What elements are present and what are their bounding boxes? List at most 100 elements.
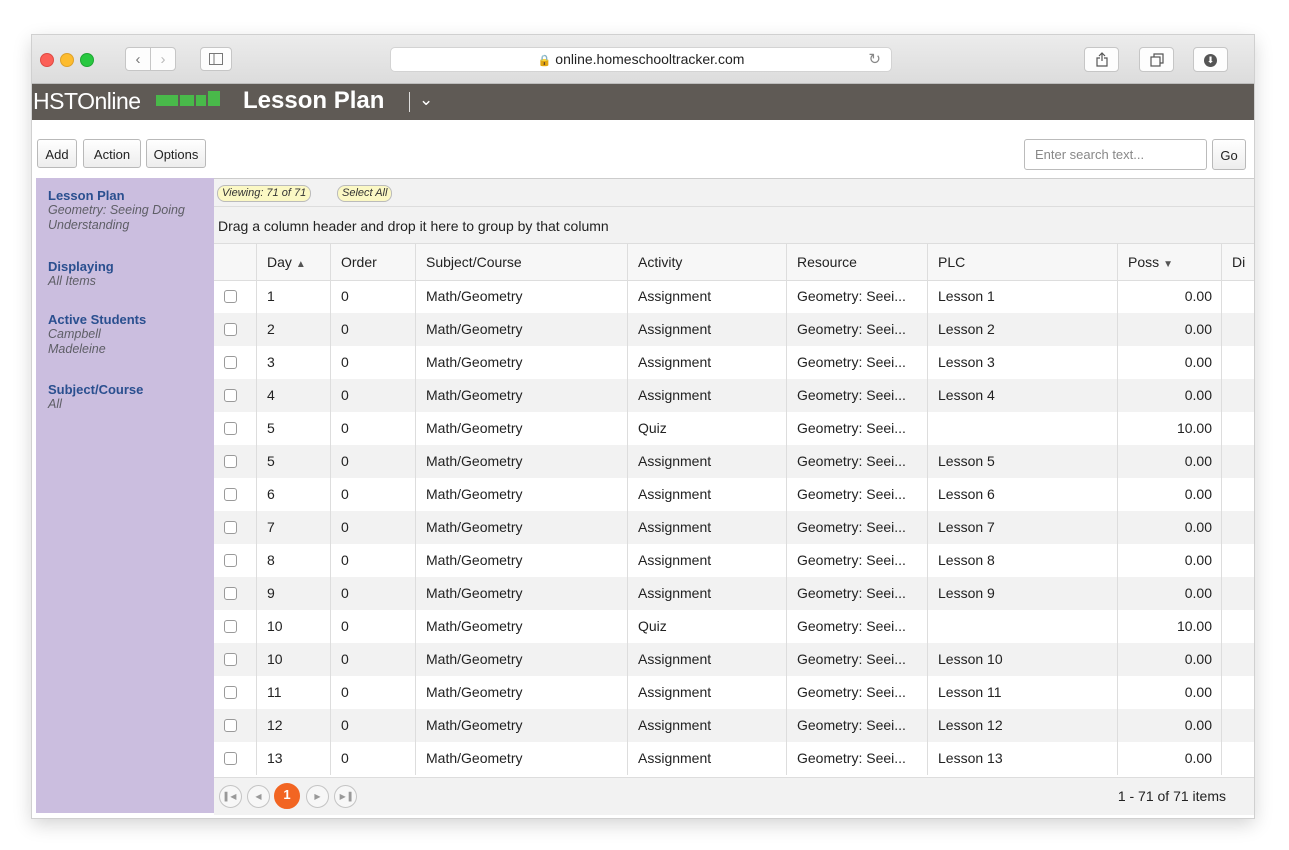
group-by-drop-area[interactable]: Drag a column header and drop it here to… <box>214 206 1254 244</box>
minimize-window-button[interactable] <box>60 53 74 67</box>
cell-day: 3 <box>256 346 330 379</box>
table-row[interactable]: 7 0 Math/Geometry Assignment Geometry: Seei.… <box>214 511 1254 544</box>
select-all-button[interactable]: Select All <box>337 185 393 202</box>
last-page-button[interactable]: ▶▐ <box>334 785 357 808</box>
row-checkbox[interactable] <box>224 323 237 336</box>
cell-di <box>1221 742 1254 775</box>
options-button[interactable]: Options <box>146 139 206 168</box>
forward-button[interactable]: › <box>150 47 176 71</box>
reload-icon[interactable]: ↻ <box>868 48 881 71</box>
cell-poss: 0.00 <box>1117 676 1221 709</box>
cell-plc: Lesson 12 <box>927 709 1117 742</box>
column-header-subject-course[interactable]: Subject/Course <box>415 244 627 280</box>
displaying-filter[interactable]: Displaying All Items <box>48 259 114 289</box>
close-window-button[interactable] <box>40 53 54 67</box>
row-checkbox[interactable] <box>224 620 237 633</box>
go-button[interactable]: Go <box>1212 139 1246 170</box>
column-header-activity[interactable]: Activity <box>627 244 786 280</box>
column-header-resource[interactable]: Resource <box>786 244 927 280</box>
table-row[interactable]: 5 0 Math/Geometry Assignment Geometry: Seei.… <box>214 445 1254 478</box>
row-checkbox[interactable] <box>224 653 237 666</box>
active-students-filter[interactable]: Active Students Campbell Madeleine <box>48 312 146 357</box>
column-header-order[interactable]: Order <box>330 244 415 280</box>
table-row[interactable]: 11 0 Math/Geometry Assignment Geometry: Seei… <box>214 676 1254 709</box>
cell-order: 0 <box>330 610 415 643</box>
row-checkbox[interactable] <box>224 719 237 732</box>
column-header-plc[interactable]: PLC <box>927 244 1117 280</box>
table-row[interactable]: 9 0 Math/Geometry Assignment Geometry: Seei.… <box>214 577 1254 610</box>
column-header-day[interactable]: Day ▲ <box>256 244 330 280</box>
filter-dropdown-icon: ▼ <box>1163 259 1174 270</box>
row-checkbox[interactable] <box>224 422 237 435</box>
table-row[interactable]: 8 0 Math/Geometry Assignment Geometry: Seei.… <box>214 544 1254 577</box>
back-button[interactable]: ‹ <box>125 47 151 71</box>
lesson-plan-label: Lesson Plan <box>48 188 125 203</box>
cell-di <box>1221 511 1254 544</box>
row-checkbox[interactable] <box>224 488 237 501</box>
cell-day: 11 <box>256 676 330 709</box>
cell-order: 0 <box>330 676 415 709</box>
share-icon <box>1095 52 1108 67</box>
add-button[interactable]: Add <box>37 139 77 168</box>
table-row[interactable]: 3 0 Math/Geometry Assignment Geometry: Seei.… <box>214 346 1254 379</box>
cell-plc <box>927 412 1117 445</box>
share-button[interactable] <box>1084 47 1119 72</box>
download-icon: ⬇ <box>1204 54 1217 68</box>
cell-resource: Geometry: Seei... <box>786 346 927 379</box>
table-row[interactable]: 2 0 Math/Geometry Assignment Geometry: Seei.… <box>214 313 1254 346</box>
table-row[interactable]: 4 0 Math/Geometry Assignment Geometry: Seei.… <box>214 379 1254 412</box>
row-checkbox[interactable] <box>224 290 237 303</box>
cell-day: 10 <box>256 610 330 643</box>
row-checkbox[interactable] <box>224 752 237 765</box>
row-checkbox[interactable] <box>224 356 237 369</box>
search-input[interactable] <box>1024 139 1207 170</box>
subject-course-value: All <box>48 397 62 411</box>
cell-poss: 0.00 <box>1117 742 1221 775</box>
page-switch-chevron-down-icon[interactable]: ⌄ <box>419 90 433 110</box>
row-checkbox[interactable] <box>224 455 237 468</box>
sidebar-icon <box>209 53 223 65</box>
table-row[interactable]: 6 0 Math/Geometry Assignment Geometry: Seei.… <box>214 478 1254 511</box>
cell-subject-course: Math/Geometry <box>415 709 627 742</box>
downloads-button[interactable]: ⬇ <box>1193 47 1228 72</box>
table-row[interactable]: 1 0 Math/Geometry Assignment Geometry: Seei.… <box>214 280 1254 313</box>
cell-di <box>1221 610 1254 643</box>
cell-activity: Assignment <box>627 742 786 775</box>
lesson-plan-filter[interactable]: Lesson Plan Geometry: Seeing Doing Under… <box>48 188 188 233</box>
cell-resource: Geometry: Seei... <box>786 412 927 445</box>
subject-course-filter[interactable]: Subject/Course All <box>48 382 143 412</box>
table-row[interactable]: 13 0 Math/Geometry Assignment Geometry: Seei… <box>214 742 1254 775</box>
sidebar-toggle-button[interactable] <box>200 47 232 71</box>
cell-di <box>1221 544 1254 577</box>
table-row[interactable]: 10 0 Math/Geometry Assignment Geometry: Seei… <box>214 643 1254 676</box>
cell-day: 2 <box>256 313 330 346</box>
displaying-value: All Items <box>48 274 96 288</box>
cell-subject-course: Math/Geometry <box>415 379 627 412</box>
next-page-button[interactable]: ▶ <box>306 785 329 808</box>
column-header-poss[interactable]: Poss ▼ <box>1117 244 1221 280</box>
previous-page-button[interactable]: ◀ <box>247 785 270 808</box>
row-checkbox[interactable] <box>224 587 237 600</box>
cell-resource: Geometry: Seei... <box>786 709 927 742</box>
cell-plc <box>927 610 1117 643</box>
tabs-button[interactable] <box>1139 47 1174 72</box>
action-button[interactable]: Action <box>83 139 141 168</box>
cell-plc: Lesson 9 <box>927 577 1117 610</box>
first-page-button[interactable]: ▌◀ <box>219 785 242 808</box>
row-checkbox[interactable] <box>224 686 237 699</box>
row-checkbox[interactable] <box>224 389 237 402</box>
column-header-di[interactable]: Di <box>1221 244 1254 280</box>
lesson-plan-grid: Viewing: 71 of 71 Select All Drag a colu… <box>214 178 1254 815</box>
cell-subject-course: Math/Geometry <box>415 742 627 775</box>
zoom-window-button[interactable] <box>80 53 94 67</box>
cell-day: 4 <box>256 379 330 412</box>
address-bar[interactable]: 🔒 online.homeschooltracker.com ↻ <box>390 47 892 72</box>
current-page-button[interactable]: 1 <box>274 783 300 809</box>
cell-plc: Lesson 8 <box>927 544 1117 577</box>
table-row[interactable]: 12 0 Math/Geometry Assignment Geometry: Seei… <box>214 709 1254 742</box>
row-checkbox[interactable] <box>224 521 237 534</box>
table-row[interactable]: 5 0 Math/Geometry Quiz Geometry: Seei... 10.0… <box>214 412 1254 445</box>
row-checkbox[interactable] <box>224 554 237 567</box>
url-text: online.homeschooltracker.com <box>555 51 745 67</box>
table-row[interactable]: 10 0 Math/Geometry Quiz Geometry: Seei... 10.… <box>214 610 1254 643</box>
